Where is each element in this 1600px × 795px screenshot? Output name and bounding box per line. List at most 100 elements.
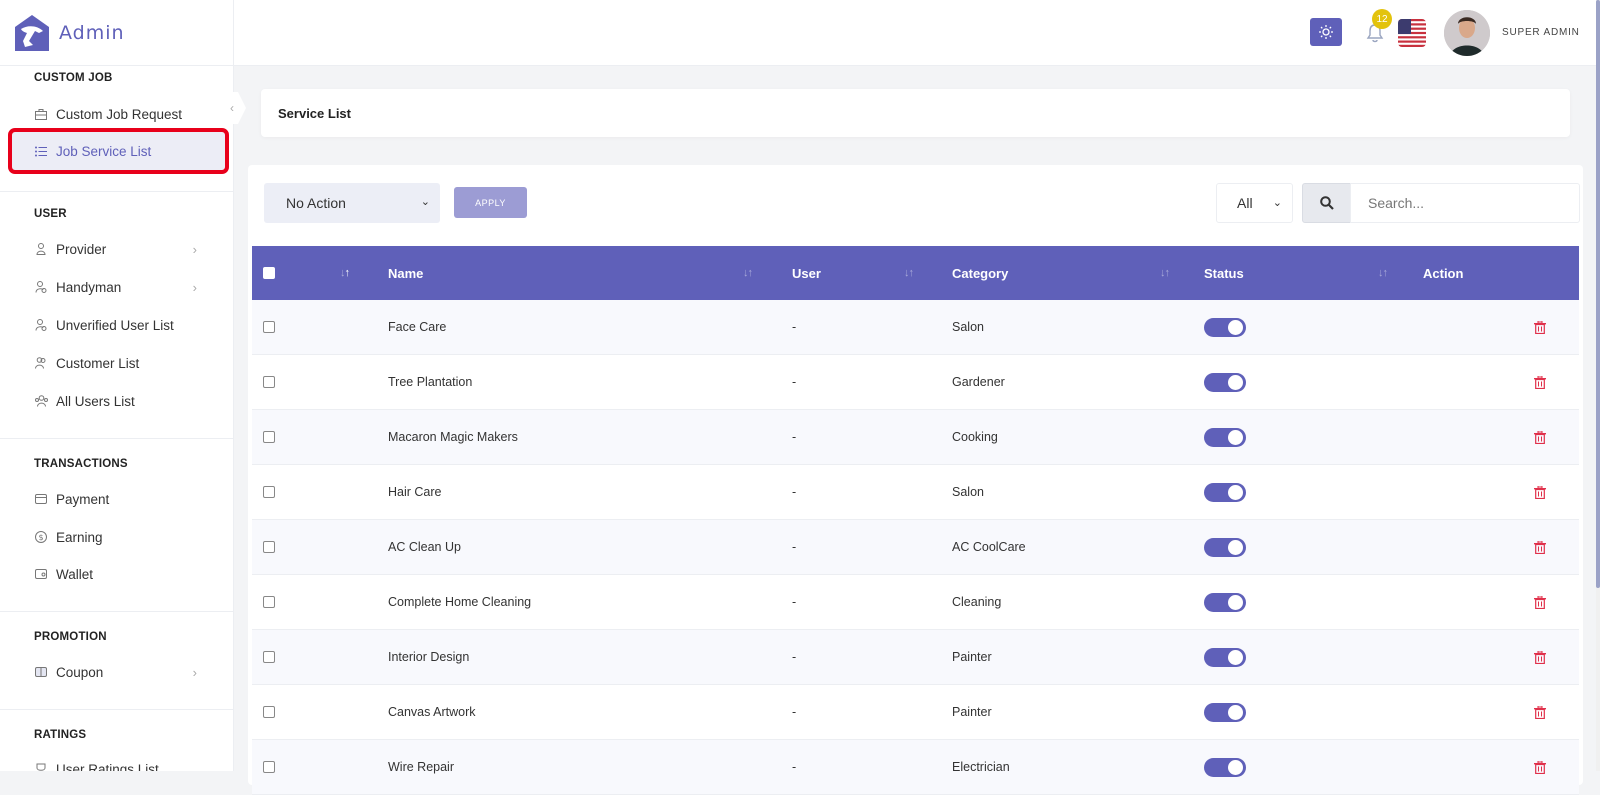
column-header-user[interactable]: User [792,246,821,300]
chevron-right-icon: › [192,241,197,257]
trash-icon [1534,595,1546,609]
divider [0,611,233,612]
row-checkbox[interactable] [263,740,275,794]
sidebar-item-unverified-user-list[interactable]: Unverified User List [12,306,225,344]
column-header-name[interactable]: Name [388,246,423,300]
status-filter-value: All [1237,195,1253,211]
row-checkbox[interactable] [263,685,275,739]
service-category: Cooking [952,430,998,444]
trash-icon [1534,430,1546,444]
sidebar-collapse-toggle[interactable]: ‹ [226,92,246,124]
sidebar-item-label: Unverified User List [56,317,174,333]
row-checkbox[interactable] [263,520,275,574]
delete-button[interactable] [1534,630,1546,684]
sidebar-item-earning[interactable]: $ Earning [12,518,225,556]
sort-icon[interactable]: ↓↑ [340,246,350,300]
sidebar-item-payment[interactable]: Payment [12,480,225,518]
status-toggle[interactable] [1204,685,1246,739]
status-toggle[interactable] [1204,300,1246,354]
row-checkbox[interactable] [263,355,275,409]
service-name[interactable]: Complete Home Cleaning [388,575,531,629]
status-filter-select[interactable]: All ⌄ [1216,183,1293,223]
delete-button[interactable] [1534,355,1546,409]
search-input[interactable] [1350,183,1580,223]
sidebar-item-label: Custom Job Request [56,106,183,122]
status-toggle[interactable] [1204,740,1246,794]
row-checkbox[interactable] [263,300,275,354]
column-header-category[interactable]: Category [952,246,1008,300]
section-title-promotion: PROMOTION [34,631,107,643]
delete-button[interactable] [1534,575,1546,629]
sort-icon[interactable]: ↓↑ [1378,246,1388,300]
sidebar-item-custom-job-request[interactable]: Custom Job Request [12,95,225,133]
service-name[interactable]: AC Clean Up [388,520,461,574]
select-all-checkbox[interactable] [263,246,275,300]
sidebar-item-label: Payment [56,491,110,507]
service-name[interactable]: Face Care [388,300,446,354]
sidebar-item-wallet[interactable]: Wallet [12,555,225,593]
sort-icon[interactable]: ↓↑ [1160,246,1170,300]
sidebar-item-customer-list[interactable]: Customer List [12,344,225,382]
status-toggle[interactable] [1204,410,1246,464]
status-toggle[interactable] [1204,355,1246,409]
us-flag-icon [1398,19,1426,47]
service-name[interactable]: Wire Repair [388,740,454,794]
trophy-icon [34,762,48,771]
sort-icon[interactable]: ↓↑ [904,246,914,300]
sidebar-item-coupon[interactable]: Coupon › [12,653,225,691]
service-name[interactable]: Macaron Magic Makers [388,410,518,464]
delete-button[interactable] [1534,465,1546,519]
delete-button[interactable] [1534,740,1546,794]
sidebar-item-user-ratings-list[interactable]: User Ratings List [12,750,225,771]
sidebar-item-job-service-list[interactable]: Job Service List [8,128,229,174]
credit-card-icon [34,492,48,506]
delete-button[interactable] [1534,300,1546,354]
dollar-circle-icon: $ [34,530,48,544]
apply-button[interactable]: APPLY [454,187,527,218]
search-icon [1319,196,1334,210]
delete-button[interactable] [1534,685,1546,739]
table-row: Complete Home Cleaning - Cleaning [252,575,1579,630]
language-selector[interactable] [1398,19,1426,47]
service-name[interactable]: Hair Care [388,465,442,519]
brand[interactable]: Admin [0,0,233,66]
user-name[interactable]: SUPER ADMIN [1502,27,1580,38]
row-checkbox[interactable] [263,465,275,519]
theme-toggle-button[interactable] [1310,18,1342,46]
service-name[interactable]: Interior Design [388,630,469,684]
users-icon [34,356,48,370]
svg-text:$: $ [38,533,43,542]
scrollbar-thumb[interactable] [1596,0,1600,588]
column-header-status[interactable]: Status [1204,246,1244,300]
bulk-action-select[interactable]: No Action ⌄ [264,183,440,223]
divider [0,438,233,439]
chevron-left-icon: ‹ [230,101,234,115]
row-checkbox[interactable] [263,575,275,629]
sidebar-item-provider[interactable]: Provider › [12,230,225,268]
service-user: - [792,320,797,334]
service-user: - [792,760,797,774]
status-toggle[interactable] [1204,465,1246,519]
status-toggle[interactable] [1204,575,1246,629]
service-category: Painter [952,705,992,719]
service-user: - [792,430,797,444]
status-toggle[interactable] [1204,630,1246,684]
service-name[interactable]: Tree Plantation [388,355,472,409]
user-gear-icon [34,280,48,294]
sidebar-item-label: Coupon [56,664,104,680]
sidebar-item-handyman[interactable]: Handyman › [12,268,225,306]
status-toggle[interactable] [1204,520,1246,574]
search-button[interactable] [1302,183,1351,223]
sidebar-item-all-users-list[interactable]: All Users List [12,382,225,420]
wallet-icon [34,567,48,581]
row-checkbox[interactable] [263,410,275,464]
delete-button[interactable] [1534,520,1546,574]
service-name[interactable]: Canvas Artwork [388,685,476,739]
user-avatar[interactable] [1444,10,1490,56]
table-row: Canvas Artwork - Painter [252,685,1579,740]
sidebar: Admin CUSTOM JOB Custom Job Request Job … [0,0,234,771]
row-checkbox[interactable] [263,630,275,684]
delete-button[interactable] [1534,410,1546,464]
trash-icon [1534,485,1546,499]
sort-icon[interactable]: ↓↑ [743,246,753,300]
